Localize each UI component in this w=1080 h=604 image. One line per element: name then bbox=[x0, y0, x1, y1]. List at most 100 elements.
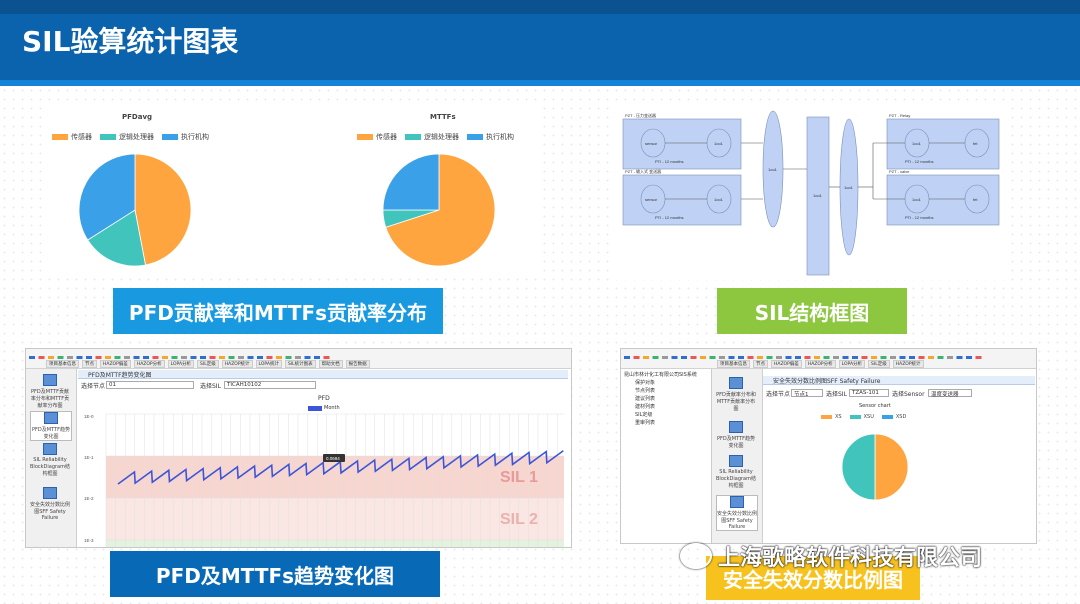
sidebar-item-trend[interactable]: PFD及MTTF趋势变化图 bbox=[716, 421, 756, 449]
label-pti: PTI - 12 months bbox=[655, 159, 683, 164]
trend-node-label: 选择节点 bbox=[81, 383, 106, 390]
label-left-top: PZT - 压力变送器 bbox=[625, 112, 656, 118]
tree-root[interactable]: 昆山市林计化工有限公司SIS系统 bbox=[624, 371, 697, 378]
label-sensor: sensor bbox=[645, 141, 658, 146]
sff-tab[interactable]: HAZOP统计 bbox=[892, 360, 924, 368]
structure-diagram: PZT - 压力变送器 PZT - 输入式 变送器 PZT - Relay PZ… bbox=[622, 110, 1000, 276]
sil1-label: SIL 1 bbox=[500, 469, 538, 486]
sff-sil-label: 选择SIL bbox=[826, 391, 847, 398]
tree-item[interactable]: 建材列表 bbox=[635, 403, 655, 410]
label-pti: PTI - 12 months bbox=[905, 159, 933, 164]
tree-item[interactable]: 重审列表 bbox=[635, 419, 655, 426]
sidebar-item-sff[interactable]: 安全失效分数比例图SFF Safety Failure bbox=[716, 495, 758, 531]
trend-tab-bar: 项目基本信息 节点 HAZOP偏差 HAZOP分析 LOPA分析 SIL定级 HAZOP统计… bbox=[26, 359, 571, 369]
sidebar-item-pfd-mttf[interactable]: PFD贡献率分布和MTTF贡献率分布图 bbox=[716, 377, 756, 412]
label-node: 1oo1 bbox=[714, 141, 724, 146]
sidebar-item-structure[interactable]: SIL Reliability BlockDiagram结构框图 bbox=[30, 443, 70, 477]
sff-sil-select[interactable]: TZAS-101 bbox=[849, 389, 889, 397]
sff-pie-svg bbox=[841, 433, 909, 501]
sidebar-item-trend[interactable]: PFD及MTTF趋势变化图 bbox=[30, 411, 72, 441]
sidebar-item-pfd-mttf[interactable]: PFD及MTTF贡献率分布和MTTF贡献率分布图 bbox=[30, 374, 70, 409]
label-vote-a: 1oo1 bbox=[768, 167, 778, 172]
header-bar: SIL验算统计图表 bbox=[0, 0, 1080, 86]
caption-pfd-mttf: PFD贡献率和MTTFs贡献率分布 bbox=[113, 288, 443, 334]
label-node: 1oo1 bbox=[714, 197, 724, 202]
caption-sil-structure: SIL结构框图 bbox=[717, 288, 907, 334]
label-node: 1oo1 bbox=[912, 197, 922, 202]
trend-chart-svg: 1E-0 1E-1 1E-2 1E-3 0.0694 SIL 1 SIL 2 bbox=[84, 413, 564, 547]
sidebar-item-structure[interactable]: SIL Reliability BlockDiagram结构框图 bbox=[716, 455, 756, 489]
label-sensor: sensor bbox=[645, 197, 658, 202]
trend-chart-title: PFD bbox=[318, 395, 330, 402]
sff-node-select[interactable]: 节点1 bbox=[791, 389, 823, 398]
sff-panel-title: 安全失效分数比例图SFF Safety Failure bbox=[763, 376, 1035, 385]
caption-trend: PFD及MTTFs趋势变化图 bbox=[110, 551, 440, 597]
pie-slice-XS[interactable] bbox=[874, 433, 909, 501]
pie-charts-svg bbox=[78, 153, 496, 267]
pie-slice-传感器[interactable] bbox=[134, 153, 192, 266]
trend-node-select[interactable]: 01 bbox=[106, 381, 194, 389]
sil3-band bbox=[106, 540, 564, 547]
pie-slice-XSU[interactable] bbox=[841, 433, 876, 501]
sff-legend: XS XSU XSD bbox=[821, 414, 906, 420]
label-vote-b: 1oo1 bbox=[844, 185, 854, 190]
trend-sil-label: 选择SIL bbox=[200, 383, 221, 390]
trend-tab[interactable]: HAZOP分析 bbox=[133, 360, 165, 368]
legend-item-xsu[interactable]: XSU bbox=[849, 414, 874, 420]
y-tick: 1E-3 bbox=[84, 538, 94, 543]
label-right-bottom: PZT - valve bbox=[889, 169, 910, 174]
page-title: SIL验算统计图表 bbox=[22, 25, 239, 58]
tree-item[interactable]: 建议列表 bbox=[635, 395, 655, 402]
trend-tab[interactable]: LOPA统计 bbox=[255, 360, 282, 368]
label-logic-block: 1oo1 bbox=[813, 193, 823, 198]
wechat-icon bbox=[680, 543, 712, 569]
tooltip-value: 0.0694 bbox=[326, 456, 340, 461]
trend-tab[interactable]: 报告数据 bbox=[345, 360, 370, 368]
trend-tab[interactable]: 帮助文档 bbox=[318, 360, 343, 368]
sff-tab[interactable]: HAZOP偏差 bbox=[771, 360, 802, 368]
y-tick: 1E-0 bbox=[84, 414, 94, 419]
trend-sidebar: PFD及MTTF贡献率分布和MTTF贡献率分布图 PFD及MTTF趋势变化图 S… bbox=[26, 369, 77, 547]
tree-item[interactable]: SIL定级 bbox=[635, 411, 652, 418]
sil2-label: SIL 2 bbox=[500, 511, 538, 528]
sff-sensor-select[interactable]: 温度变送器 bbox=[928, 389, 972, 398]
sil2-band bbox=[106, 498, 564, 540]
sil-structure-panel: PZT - 压力变送器 PZT - 输入式 变送器 PZT - Relay PZ… bbox=[615, 105, 1005, 280]
y-tick: 1E-1 bbox=[84, 455, 94, 460]
sff-tab[interactable]: 节点 bbox=[753, 360, 768, 368]
trend-tab[interactable]: SIL统计图表 bbox=[284, 360, 316, 368]
trend-panel-title: PFD及MTTF趋势变化图 bbox=[78, 370, 568, 379]
safe-failure-panel: 项目基本信息 节点 HAZOP偏差 HAZOP分析 LOPA分析 SIL定级 HAZOP统计… bbox=[620, 348, 1037, 544]
sff-sidebar: PFD贡献率分布和MTTF贡献率分布图 PFD及MTTF趋势变化图 SIL Re… bbox=[712, 369, 763, 543]
tree-item[interactable]: 保护对象 bbox=[635, 379, 655, 386]
trend-tab[interactable]: HAZOP偏差 bbox=[100, 360, 131, 368]
sff-tab[interactable]: HAZOP分析 bbox=[804, 360, 836, 368]
tree-item[interactable]: 节点列表 bbox=[635, 387, 655, 394]
trend-sil-select[interactable]: TICAH10102 bbox=[224, 381, 316, 389]
pfd-pie bbox=[78, 153, 192, 267]
pie-charts-panel: PFDavg 传感器 逻辑处理器 执行机构 MTTFs 传感器 逻辑处理器 执行… bbox=[42, 105, 542, 277]
trend-tab[interactable]: LOPA分析 bbox=[167, 360, 195, 368]
sff-node-label: 选择节点 bbox=[766, 391, 791, 398]
trend-tab[interactable]: 项目基本信息 bbox=[46, 360, 79, 368]
mttf-pie bbox=[382, 153, 496, 267]
y-tick: 1E-2 bbox=[84, 496, 94, 501]
watermark: 上海歌略软件科技有限公司 bbox=[680, 540, 982, 572]
sff-tab[interactable]: SIL定级 bbox=[868, 360, 890, 368]
sidebar-item-sff[interactable]: 安全失效分数比例图SFF Safety Failure bbox=[30, 487, 70, 521]
sensor-pie bbox=[841, 433, 909, 501]
legend-item-xsd[interactable]: XSD bbox=[881, 414, 906, 420]
trend-legend[interactable]: Month bbox=[308, 405, 340, 411]
trend-tab[interactable]: 节点 bbox=[82, 360, 97, 368]
sff-sensor-label: 选择Sensor bbox=[892, 391, 925, 398]
label-right-top: PZT - Relay bbox=[889, 113, 910, 118]
label-left-bottom: PZT - 输入式 变送器 bbox=[625, 168, 661, 174]
project-tree: 昆山市林计化工有限公司SIS系统 保护对象 节点列表 建议列表 建材列表 SIL定级 重审… bbox=[621, 369, 712, 543]
sff-tab[interactable]: 项目基本信息 bbox=[717, 360, 750, 368]
trend-tab[interactable]: SIL定级 bbox=[197, 360, 219, 368]
trend-tab[interactable]: HAZOP统计 bbox=[221, 360, 253, 368]
legend-item-xs[interactable]: XS bbox=[821, 414, 842, 420]
sff-tab[interactable]: LOPA分析 bbox=[838, 360, 866, 368]
label-pti: PTI - 12 months bbox=[905, 215, 933, 220]
pie-slice-执行机构[interactable] bbox=[382, 153, 440, 211]
